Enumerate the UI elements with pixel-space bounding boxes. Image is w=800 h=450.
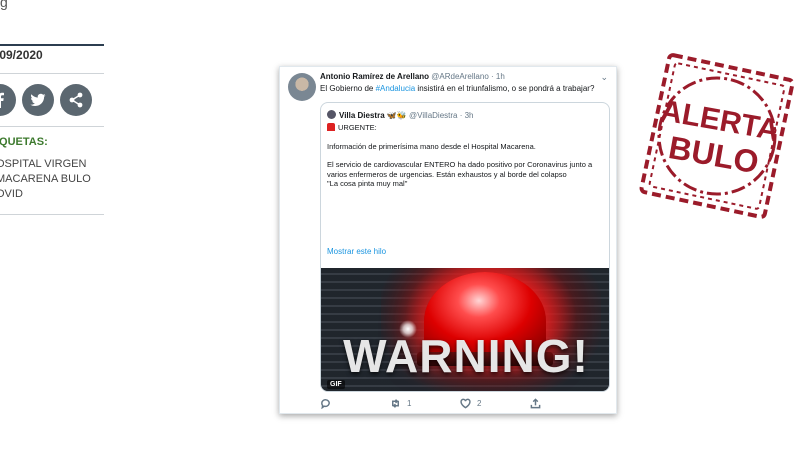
tweet-time[interactable]: · 1h [491,72,505,81]
alerta-bulo-stamp: ALERTA BULO [638,52,796,220]
heart-icon [460,398,471,409]
facebook-share-button[interactable] [0,84,16,116]
article-sidebar: /09/2020 IQUETAS: OSPITAL VIRGEN MACAREN… [0,44,104,215]
share-buttons [0,74,104,126]
tags-list: OSPITAL VIRGEN MACARENA BULO OVID [0,157,104,214]
gif-badge: GIF [327,380,345,389]
tweet-author: Antonio Ramírez de Arellano @ARdeArellan… [320,72,505,81]
retweet-icon [392,399,399,408]
tag-link[interactable]: OVID [0,187,104,202]
tag-link[interactable]: MACARENA BULO [0,172,104,187]
quoted-author-emoji: 🦋🐝 [386,111,407,120]
author-name[interactable]: Antonio Ramírez de Arellano [320,72,429,81]
retweet-count: 1 [407,399,412,408]
share-icon [530,398,541,409]
tweet-actions: 1 2 [320,398,600,409]
tweet-text-end: insistirá en el triunfalismo, o se pondr… [415,84,595,93]
divider [0,214,104,215]
avatar[interactable] [288,73,316,101]
hashtag-link[interactable]: #Andalucia [376,84,416,93]
chevron-down-icon[interactable]: ⌄ [600,72,608,83]
embedded-tweet: Antonio Ramírez de Arellano @ARdeArellan… [279,66,617,414]
quoted-line: El servicio de cardiovascular ENTERO ha … [327,160,593,179]
publish-date: /09/2020 [0,44,104,73]
tag-link[interactable]: OSPITAL VIRGEN [0,157,104,172]
divider [0,126,104,127]
quoted-tweet[interactable]: Villa Diestra 🦋🐝 @VillaDiestra · 3h URGE… [320,102,610,392]
reply-icon [321,399,330,409]
twitter-icon [30,93,46,107]
quoted-line: Información de primerísima mano desde el… [327,141,536,151]
quoted-tweet-header: Villa Diestra 🦋🐝 @VillaDiestra · 3h [327,110,474,120]
gif-warning-text: WARNING! [343,330,589,382]
quoted-tweet-body: URGENTE: Información de primerísima mano… [327,123,603,198]
generic-share-button[interactable] [60,84,92,116]
reply-button[interactable] [320,398,390,409]
stamp-graphic: ALERTA BULO [639,53,795,219]
like-count: 2 [477,399,482,408]
avatar [327,110,336,119]
siren-icon [327,123,335,131]
header-text-fragment: g [0,0,8,10]
share-tweet-button[interactable] [530,398,600,409]
tweet-text-start: El Gobierno de [320,84,376,93]
quoted-author-handle: @VillaDiestra · 3h [409,111,474,120]
author-handle[interactable]: @ARdeArellano [431,72,488,81]
facebook-icon [0,92,4,108]
twitter-share-button[interactable] [22,84,54,116]
warning-gif[interactable]: WARNING! GIF [321,268,609,391]
like-button[interactable]: 2 [460,398,530,409]
tags-heading: IQUETAS: [0,136,48,148]
urgent-label: URGENTE: [338,123,377,132]
retweet-button[interactable]: 1 [390,398,460,409]
show-thread-link[interactable]: Mostrar este hilo [327,247,386,256]
tweet-text: El Gobierno de #Andalucia insistirá en e… [320,84,594,93]
share-icon [69,92,83,108]
quoted-author-name: Villa Diestra [339,111,385,120]
quoted-line: "La cosa pinta muy mal" [327,179,408,188]
